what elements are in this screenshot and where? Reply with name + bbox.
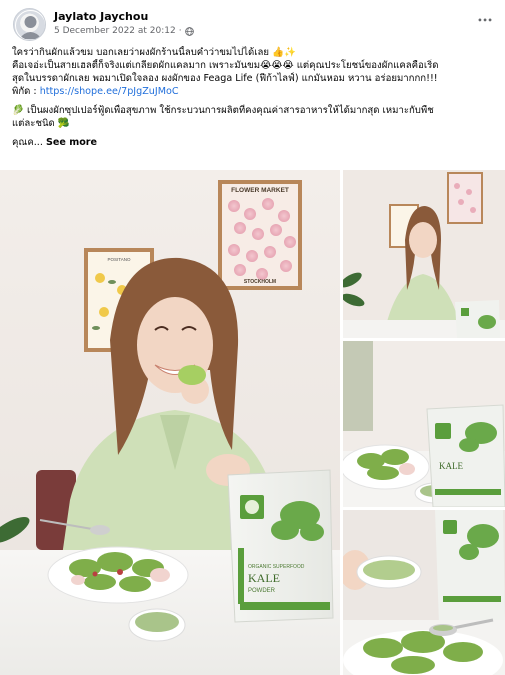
- more-horizontal-icon[interactable]: •••: [474, 12, 496, 28]
- meta-separator: ·: [178, 26, 182, 36]
- caption-link-line: พิกัด : https://shope.ee/7pJgZuJMoC: [12, 85, 497, 98]
- pack-title: KALE: [248, 571, 280, 585]
- post-caption: ใครว่ากินผักแล้วขม บอกเลยว่าผงผักร้านนี้…: [12, 46, 497, 149]
- caption-line: แต่ละชนิด 🥦: [12, 118, 70, 129]
- post-header: Jaylato Jaychou 5 December 2022 at 20:12…: [10, 8, 500, 42]
- more-glyph: •••: [477, 15, 493, 25]
- thumb-pack-title: KALE: [439, 461, 463, 471]
- link-label: พิกัด :: [12, 86, 40, 97]
- photo-thumb-3[interactable]: [343, 510, 505, 675]
- post-timestamp[interactable]: 5 December 2022 at 20:12: [54, 26, 176, 36]
- poster-title: FLOWER MARKET: [231, 187, 289, 194]
- caption-line: ใครว่ากินผักแล้วขม บอกเลยว่าผงผักร้านนี้…: [12, 47, 296, 58]
- caption-line: คือเจอ่ะเป็นสายเฮลตี้ก็จริงแต่เกลียดผักแ…: [12, 60, 439, 71]
- see-more-link[interactable]: See more: [46, 137, 97, 148]
- globe-icon: [184, 26, 194, 36]
- caption-line: สุดในบรรดาผักเลย พอมาเปิดใจลอง ผงผักของ …: [12, 73, 438, 84]
- photo-thumb-1[interactable]: [343, 170, 505, 338]
- author-avatar[interactable]: [13, 8, 46, 41]
- poster-left-title: POSITANO: [108, 257, 131, 262]
- photo-thumb-2[interactable]: KALE: [343, 341, 505, 507]
- shopee-link[interactable]: https://shope.ee/7pJgZuJMoC: [40, 86, 179, 97]
- pack-brand: ORGANIC SUPERFOOD: [248, 564, 305, 570]
- poster-subtitle: STOCKHOLM: [244, 279, 276, 285]
- caption-line: 🥬 เป็นผงผักซุปเปอร์ฟู้ดเพื่อสุขภาพ ใช้กร…: [12, 105, 434, 116]
- caption-truncated: คุณค... See more: [12, 136, 497, 149]
- truncated-text: คุณค...: [12, 137, 46, 148]
- photo-grid: FLOWER MARKET STOCKHOLM POSITANO ORGANIC…: [0, 170, 505, 675]
- main-photo[interactable]: FLOWER MARKET STOCKHOLM POSITANO ORGANIC…: [0, 170, 340, 675]
- post-meta: 5 December 2022 at 20:12 ·: [54, 26, 194, 36]
- facebook-post: Jaylato Jaychou 5 December 2022 at 20:12…: [0, 0, 505, 675]
- pack-subtitle: POWDER: [248, 588, 276, 594]
- author-name[interactable]: Jaylato Jaychou: [54, 10, 148, 23]
